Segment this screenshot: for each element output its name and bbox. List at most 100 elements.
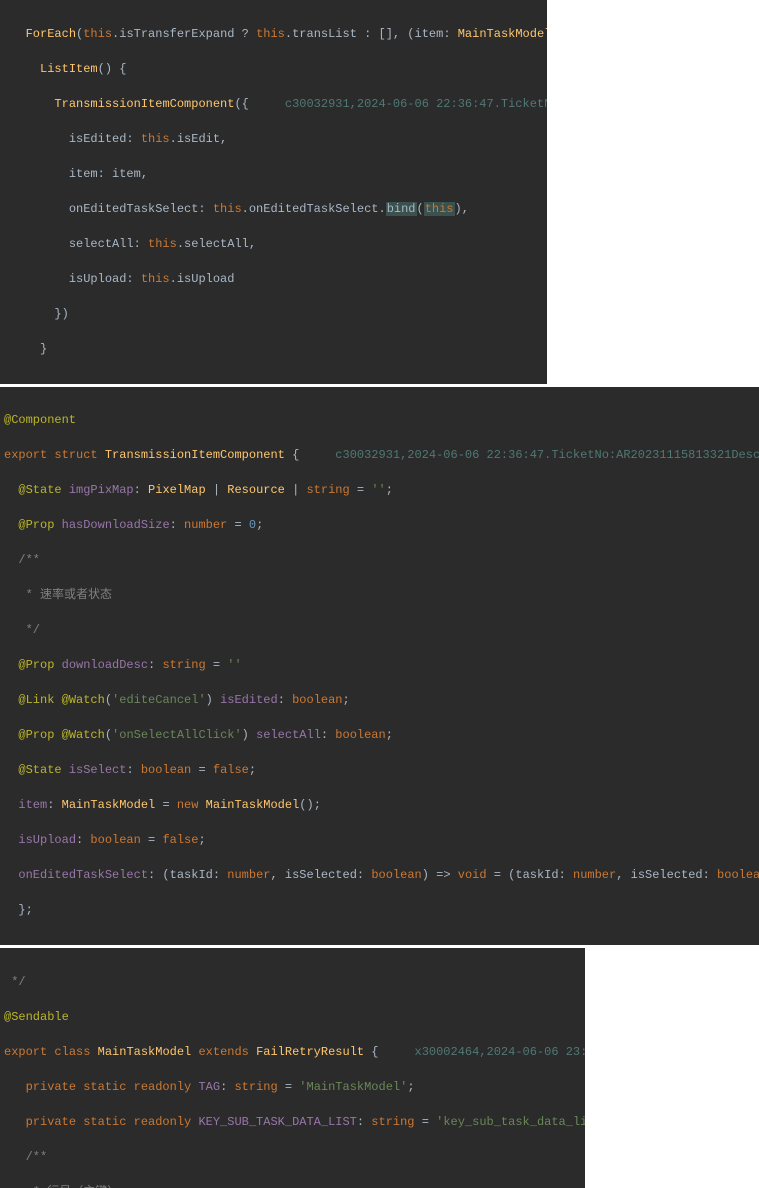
code-line: /** — [4, 1149, 581, 1167]
token: { — [364, 1045, 378, 1059]
token: : ( — [148, 868, 170, 882]
code-line: private static readonly KEY_SUB_TASK_DAT… — [4, 1114, 581, 1132]
token: .selectAll, — [177, 237, 256, 251]
token: : — [220, 1080, 234, 1094]
token: onEditedTaskSelect: — [69, 202, 213, 216]
decorator: @Sendable — [4, 1010, 69, 1024]
token: , — [270, 868, 284, 882]
prop: TAG — [191, 1080, 220, 1094]
keyword: false — [213, 763, 249, 777]
token: : — [213, 868, 227, 882]
token: ; — [343, 693, 350, 707]
token: }; — [18, 903, 32, 917]
token: } — [40, 342, 47, 356]
token: this — [141, 132, 170, 146]
comment: x30002464,2024-06-06 23:06:55. — [379, 1045, 586, 1059]
prop: item — [18, 798, 47, 812]
type: number — [184, 518, 227, 532]
code-block-2[interactable]: @Component export struct TransmissionIte… — [0, 387, 759, 946]
token: item — [415, 27, 444, 41]
token: item: item, — [69, 167, 148, 181]
token: = — [227, 518, 249, 532]
code-line: onEditedTaskSelect: (taskId: number, isS… — [4, 867, 755, 885]
prop: downloadDesc — [54, 658, 148, 672]
token: : — [278, 693, 292, 707]
type: boolean — [292, 693, 342, 707]
token: : — [76, 833, 90, 847]
token: ) => — [422, 868, 458, 882]
code-line: * 速率或者状态 — [4, 587, 755, 605]
code-line: * 行号（主键） — [4, 1184, 581, 1188]
keyword: export — [4, 448, 47, 462]
comment: */ — [4, 975, 26, 989]
keyword: private static readonly — [26, 1115, 192, 1129]
token: ; — [198, 833, 205, 847]
token: = — [141, 833, 163, 847]
token: = — [350, 483, 372, 497]
token: : — [134, 483, 148, 497]
keyword: export — [4, 1045, 47, 1059]
code-block-1[interactable]: ForEach(this.isTransferExpand ? this.tra… — [0, 0, 547, 384]
token: : — [357, 1115, 371, 1129]
code-line: private static readonly TAG: string = 'M… — [4, 1079, 581, 1097]
prop: isEdited — [220, 693, 278, 707]
type: MainTaskModel — [62, 798, 156, 812]
type: string — [371, 1115, 414, 1129]
token: selectAll: — [69, 237, 148, 251]
param: taskId — [515, 868, 558, 882]
type: string — [162, 658, 205, 672]
token: | — [285, 483, 307, 497]
token: ListItem — [40, 62, 98, 76]
token: | — [206, 483, 228, 497]
token: = ( — [487, 868, 516, 882]
code-line: isEdited: this.isEdit, — [4, 131, 543, 149]
code-line: @Component — [4, 412, 755, 430]
token: { — [285, 448, 299, 462]
param: isSelected — [285, 868, 357, 882]
token: ) — [242, 728, 256, 742]
code-line: /** — [4, 552, 755, 570]
type: string — [234, 1080, 277, 1094]
token: this — [213, 202, 242, 216]
token: this — [148, 237, 177, 251]
token: : — [148, 658, 162, 672]
code-line: }; — [4, 902, 755, 920]
code-line: @State isSelect: boolean = false; — [4, 762, 755, 780]
code-line: @Prop downloadDesc: string = '' — [4, 657, 755, 675]
code-line: export class MainTaskModel extends FailR… — [4, 1044, 581, 1062]
decorator: @Component — [4, 413, 76, 427]
token: : — [559, 868, 573, 882]
code-line: selectAll: this.selectAll, — [4, 236, 543, 254]
code-line: */ — [4, 974, 581, 992]
token: = — [206, 658, 228, 672]
token: this — [256, 27, 285, 41]
code-line: @State imgPixMap: PixelMap | Resource | … — [4, 482, 755, 500]
code-line: }) — [4, 306, 543, 324]
token: .isEdit, — [170, 132, 228, 146]
token: () { — [98, 62, 127, 76]
type: boolean — [717, 868, 759, 882]
string: '' — [371, 483, 385, 497]
param: isSelected — [631, 868, 703, 882]
code-line: @Prop @Watch('onSelectAllClick') selectA… — [4, 727, 755, 745]
decorator: @Watch — [54, 693, 104, 707]
token: = — [415, 1115, 437, 1129]
token: }) — [54, 307, 68, 321]
decorator: @Watch — [54, 728, 104, 742]
prop: hasDownloadSize — [54, 518, 169, 532]
token: : — [47, 798, 61, 812]
code-line: @Prop hasDownloadSize: number = 0; — [4, 517, 755, 535]
token: = — [191, 763, 213, 777]
code-line: isUpload: boolean = false; — [4, 832, 755, 850]
token: (); — [299, 798, 321, 812]
token: : — [170, 518, 184, 532]
token: ( — [105, 693, 112, 707]
type: string — [306, 483, 349, 497]
prop: KEY_SUB_TASK_DATA_LIST — [191, 1115, 357, 1129]
code-block-3[interactable]: */ @Sendable export class MainTaskModel … — [0, 948, 585, 1188]
keyword: struct — [47, 448, 97, 462]
prop: selectAll — [256, 728, 321, 742]
token: = — [155, 798, 177, 812]
code-line: item: MainTaskModel = new MainTaskModel(… — [4, 797, 755, 815]
type: PixelMap — [148, 483, 206, 497]
